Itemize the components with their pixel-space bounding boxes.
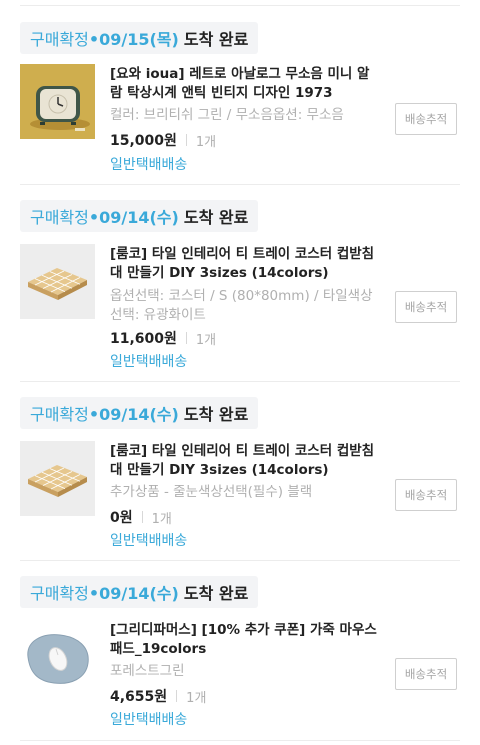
product-title[interactable]: [요와 ioua] 레트로 아날로그 무소음 미니 알람 탁상시계 앤틱 빈티지… — [110, 65, 378, 103]
mouse-pad-icon — [20, 621, 95, 696]
product-title[interactable]: [룸코] 타일 인테리어 티 트레이 코스터 컵받침대 만들기 DIY 3siz… — [110, 245, 378, 283]
product-option: 추가상품 - 줄눈색상선택(필수) 블랙 — [110, 484, 313, 500]
track-delivery-button[interactable]: 배송추적 — [395, 479, 457, 511]
arrival-date: •09/14(수) — [88, 584, 179, 603]
purchase-confirmed-label: 구매확정 — [30, 405, 89, 424]
product-quantity: 1개 — [151, 511, 172, 527]
delivery-status: 도착 완료 — [183, 30, 249, 49]
product-price: 0원 — [110, 510, 133, 526]
order-card: 구매확정 •09/14(수) 도착 완료 [그리디파머스] [10% 추가 쿠폰] … — [0, 576, 480, 741]
alarm-clock-icon — [20, 64, 95, 139]
delivery-status: 도착 완료 — [183, 208, 249, 227]
delivery-status: 도착 완료 — [183, 584, 249, 603]
product-image[interactable] — [20, 621, 95, 696]
product-image[interactable] — [20, 64, 95, 139]
product-price: 11,600원 — [110, 331, 177, 347]
product-price: 15,000원 — [110, 133, 177, 149]
order-history-page: 구매확정 •09/15(목) 도착 완료 [요와 ioua] 레트로 아날로그 무소… — [0, 0, 480, 745]
price-row: 0원 1개 — [110, 507, 172, 527]
product-option: 컬러: 브리티쉬 그린 / 무소음옵션: 무소음 — [110, 107, 344, 123]
purchase-confirmed-label: 구매확정 — [30, 30, 89, 49]
divider — [20, 381, 460, 382]
arrival-date: •09/14(수) — [88, 405, 179, 424]
order-card: 구매확정 •09/14(수) 도착 완료 [룸코] 타일 인테리어 티 트레이 코스… — [0, 397, 480, 562]
order-card: 구매확정 •09/15(목) 도착 완료 [요와 ioua] 레트로 아날로그 무소… — [0, 22, 480, 187]
order-card: 구매확정 •09/14(수) 도착 완료 [룸코] 타일 인테리어 티 트레이 코스… — [0, 200, 480, 380]
product-image[interactable] — [20, 441, 95, 516]
shipping-method: 일반택배배송 — [110, 354, 188, 370]
tile-tray-icon — [20, 441, 95, 516]
track-delivery-button[interactable]: 배송추적 — [395, 103, 457, 135]
purchase-confirmed-label: 구매확정 — [30, 208, 89, 227]
track-delivery-button[interactable]: 배송추적 — [395, 658, 457, 690]
divider — [20, 184, 460, 185]
shipping-method: 일반택배배송 — [110, 157, 188, 173]
product-image[interactable] — [20, 244, 95, 319]
order-status-badge: 구매확정 •09/14(수) 도착 완료 — [20, 397, 259, 429]
arrival-date: •09/14(수) — [88, 208, 179, 227]
price-row: 4,655원 1개 — [110, 686, 206, 706]
separator — [185, 134, 187, 146]
product-price: 4,655원 — [110, 689, 168, 705]
divider — [20, 560, 460, 561]
product-quantity: 1개 — [195, 134, 217, 150]
divider — [20, 5, 460, 6]
product-option: 옵션선택: 코스터 / S (80*80mm) / 타일색상선택: 유광화이트 — [110, 288, 373, 323]
separator — [185, 332, 187, 344]
delivery-status: 도착 완료 — [183, 405, 249, 424]
tile-tray-icon — [20, 244, 95, 319]
product-option: 포레스트그린 — [110, 663, 185, 679]
divider — [20, 740, 460, 741]
order-status-badge: 구매확정 •09/14(수) 도착 완료 — [20, 576, 259, 608]
product-title[interactable]: [룸코] 타일 인테리어 티 트레이 코스터 컵받침대 만들기 DIY 3siz… — [110, 442, 378, 480]
product-quantity: 1개 — [186, 690, 207, 706]
order-status-badge: 구매확정 •09/14(수) 도착 완료 — [20, 200, 259, 232]
arrival-date: •09/15(목) — [88, 30, 179, 49]
track-delivery-button[interactable]: 배송추적 — [395, 291, 457, 323]
product-quantity: 1개 — [195, 332, 217, 348]
price-row: 11,600원 1개 — [110, 328, 216, 348]
price-row: 15,000원 1개 — [110, 130, 216, 150]
shipping-method: 일반택배배송 — [110, 712, 188, 728]
order-status-badge: 구매확정 •09/15(목) 도착 완료 — [20, 22, 259, 54]
purchase-confirmed-label: 구매확정 — [30, 584, 89, 603]
shipping-method: 일반택배배송 — [110, 533, 188, 549]
separator — [176, 690, 178, 702]
separator — [141, 511, 143, 523]
product-title[interactable]: [그리디파머스] [10% 추가 쿠폰] 가죽 마우스패드_19colors — [110, 621, 378, 659]
